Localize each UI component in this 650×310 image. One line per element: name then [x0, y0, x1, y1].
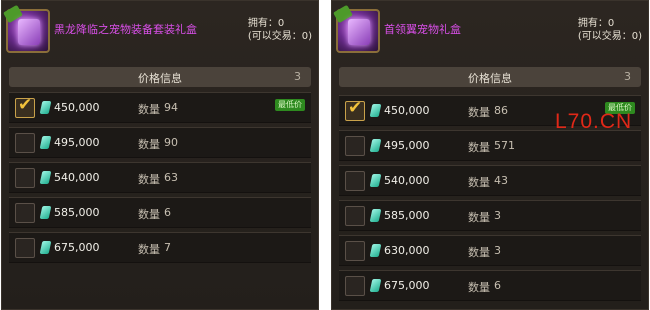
quantity-label: 数量: [138, 243, 160, 256]
price-value: 450,000: [54, 101, 100, 114]
quantity-value: 63: [164, 171, 178, 184]
price-info-title: 价格信息: [468, 72, 512, 85]
gem-icon: [369, 279, 382, 292]
stock-owned: 拥有：0: [247, 18, 285, 29]
stock-info: 拥有：0 (可以交易：0): [248, 17, 312, 43]
quantity-value: 3: [494, 244, 501, 257]
price-row[interactable]: 675,000 数量 6: [339, 270, 641, 301]
pet-equipment-box-icon: [3, 4, 50, 53]
item-name: 首领翼宠物礼盒: [384, 23, 461, 36]
checkbox[interactable]: [345, 206, 365, 226]
price-info-count: 3: [294, 70, 301, 83]
quantity-label: 数量: [468, 281, 490, 294]
quantity-value: 94: [164, 101, 178, 114]
gem-icon: [39, 101, 52, 114]
checkbox[interactable]: [345, 136, 365, 156]
checkbox[interactable]: [15, 133, 35, 153]
quantity-value: 43: [494, 174, 508, 187]
price-row[interactable]: 675,000 数量 7: [9, 232, 311, 263]
left-panel: 黑龙降临之宠物装备套装礼盒 拥有：0 (可以交易：0) 价格信息 3 450,0…: [1, 0, 319, 310]
lowest-price-badge: 最低价: [275, 99, 305, 111]
stock-tradable: (可以交易：0): [577, 31, 642, 42]
quantity-label: 数量: [468, 176, 490, 189]
gem-icon: [369, 104, 382, 117]
stock-info: 拥有：0 (可以交易：0): [578, 17, 642, 43]
price-row[interactable]: 495,000 数量 571: [339, 130, 641, 161]
quantity-label: 数量: [468, 141, 490, 154]
price-info-header: 价格信息 3: [339, 67, 641, 87]
price-row[interactable]: 495,000 数量 90: [9, 127, 311, 158]
price-value: 675,000: [384, 279, 430, 292]
right-panel: 首领翼宠物礼盒 拥有：0 (可以交易：0) 价格信息 3 450,000 数量 …: [331, 0, 649, 310]
quantity-label: 数量: [468, 246, 490, 259]
price-row[interactable]: 540,000 数量 43: [339, 165, 641, 196]
checkmark-icon[interactable]: [15, 95, 35, 118]
price-value: 585,000: [54, 206, 100, 219]
quantity-value: 6: [494, 279, 501, 292]
price-value: 540,000: [384, 174, 430, 187]
stock-owned: 拥有：0: [577, 18, 615, 29]
quantity-label: 数量: [138, 173, 160, 186]
quantity-label: 数量: [138, 138, 160, 151]
price-info-title: 价格信息: [138, 72, 182, 85]
price-row[interactable]: 450,000 数量 94 最低价: [9, 92, 311, 123]
price-row[interactable]: 540,000 数量 63: [9, 162, 311, 193]
checkbox[interactable]: [345, 241, 365, 261]
price-info-header: 价格信息 3: [9, 67, 311, 87]
price-value: 630,000: [384, 244, 430, 257]
gem-icon: [39, 171, 52, 184]
gem-icon: [369, 174, 382, 187]
price-value: 495,000: [54, 136, 100, 149]
quantity-value: 3: [494, 209, 501, 222]
gem-icon: [369, 244, 382, 257]
price-value: 450,000: [384, 104, 430, 117]
price-info-count: 3: [624, 70, 631, 83]
checkbox[interactable]: [15, 238, 35, 258]
price-row[interactable]: 630,000 数量 3: [339, 235, 641, 266]
checkmark-icon[interactable]: [345, 98, 365, 121]
price-row[interactable]: 585,000 数量 6: [9, 197, 311, 228]
item-name: 黑龙降临之宠物装备套装礼盒: [54, 23, 197, 36]
item-glyph: [18, 19, 40, 45]
pet-gift-box-icon: [333, 4, 380, 53]
quantity-value: 86: [494, 104, 508, 117]
price-value: 585,000: [384, 209, 430, 222]
checkbox[interactable]: [15, 168, 35, 188]
quantity-value: 571: [494, 139, 515, 152]
price-value: 495,000: [384, 139, 430, 152]
price-value: 540,000: [54, 171, 100, 184]
site-watermark: L70.CN: [555, 110, 633, 133]
item-glyph: [348, 19, 370, 45]
gem-icon: [369, 139, 382, 152]
gem-icon: [369, 209, 382, 222]
stock-tradable: (可以交易：0): [247, 31, 312, 42]
quantity-label: 数量: [138, 103, 160, 116]
checkbox[interactable]: [345, 276, 365, 296]
gem-icon: [39, 136, 52, 149]
quantity-label: 数量: [468, 211, 490, 224]
gem-icon: [39, 206, 52, 219]
quantity-label: 数量: [138, 208, 160, 221]
checkbox[interactable]: [345, 171, 365, 191]
quantity-value: 90: [164, 136, 178, 149]
quantity-value: 6: [164, 206, 171, 219]
quantity-label: 数量: [468, 106, 490, 119]
gem-icon: [39, 241, 52, 254]
checkbox[interactable]: [15, 203, 35, 223]
quantity-value: 7: [164, 241, 171, 254]
price-row[interactable]: 585,000 数量 3: [339, 200, 641, 231]
price-value: 675,000: [54, 241, 100, 254]
